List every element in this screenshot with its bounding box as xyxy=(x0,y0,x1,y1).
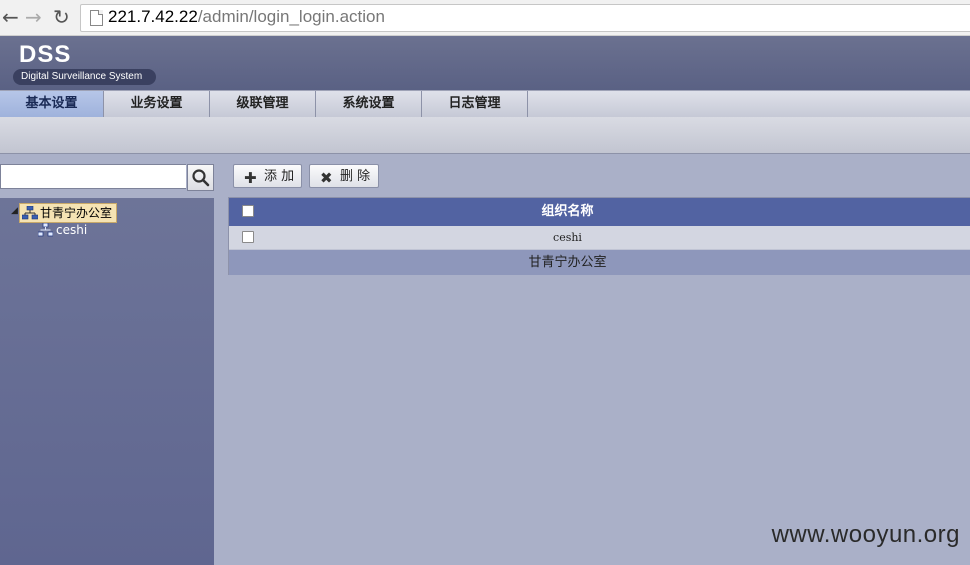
org-structure-icon xyxy=(38,223,53,237)
org-tree: ◢ 甘青宁办公室 ceshi xyxy=(0,198,214,565)
org-grid: 组织名称 ceshi 甘青宁办公室 xyxy=(228,197,970,275)
grid-footer-label: 甘青宁办公室 xyxy=(528,255,607,270)
table-row[interactable]: ceshi xyxy=(229,226,970,250)
app-logo-subtitle: Digital Surveillance System xyxy=(13,69,157,85)
forward-arrow-icon[interactable]: → xyxy=(25,6,42,28)
search-input[interactable] xyxy=(0,164,186,189)
url-host: 221.7.42.22 xyxy=(108,7,198,26)
table-cell-org-name: ceshi xyxy=(553,231,582,244)
tree-collapse-icon[interactable]: ◢ xyxy=(11,206,18,216)
delete-button-label: 删 除 xyxy=(340,169,371,184)
grid-header: 组织名称 xyxy=(229,198,970,226)
main-menu: 基本设置 业务设置 级联管理 系统设置 日志管理 xyxy=(0,90,970,118)
app-logo-title: DSS xyxy=(19,41,72,68)
tree-node-root[interactable]: 甘青宁办公室 xyxy=(19,203,118,223)
watermark: www.wooyun.org xyxy=(771,521,960,548)
tree-node-child[interactable]: ceshi xyxy=(38,222,87,238)
grid-header-title: 组织名称 xyxy=(541,204,594,219)
url-path: /admin/login_login.action xyxy=(197,7,385,26)
browser-toolbar: ← → ↻ 221.7.42.22/admin/login_login.acti… xyxy=(0,0,970,36)
search-button[interactable] xyxy=(187,164,214,191)
search-icon xyxy=(192,169,210,187)
sub-menu-bar xyxy=(0,117,970,154)
delete-x-icon: ✖ xyxy=(320,169,333,187)
menu-item-business-settings[interactable]: 业务设置 xyxy=(104,91,210,117)
menu-item-system-settings[interactable]: 系统设置 xyxy=(316,91,422,117)
url-text[interactable]: 221.7.42.22/admin/login_login.action xyxy=(108,7,385,27)
menu-item-log-management[interactable]: 日志管理 xyxy=(422,91,528,117)
org-structure-icon xyxy=(22,206,38,220)
reload-icon[interactable]: ↻ xyxy=(53,6,70,28)
menu-item-basic-settings[interactable]: 基本设置 xyxy=(0,91,104,117)
tree-node-root-label: 甘青宁办公室 xyxy=(40,206,113,220)
delete-button[interactable]: ✖ 删 除 xyxy=(309,164,379,188)
back-arrow-icon[interactable]: ← xyxy=(2,6,19,28)
add-button[interactable]: ✚ 添 加 xyxy=(233,164,302,188)
address-bar[interactable]: 221.7.42.22/admin/login_login.action xyxy=(80,4,970,32)
add-button-label: 添 加 xyxy=(264,169,295,184)
grid-footer: 甘青宁办公室 xyxy=(229,250,970,275)
menu-item-cascade-management[interactable]: 级联管理 xyxy=(210,91,316,117)
app-header: DSS Digital Surveillance System xyxy=(0,36,970,90)
plus-icon: ✚ xyxy=(244,169,257,187)
org-search xyxy=(0,164,215,191)
page-icon xyxy=(90,10,103,26)
tree-node-child-label: ceshi xyxy=(56,223,88,237)
